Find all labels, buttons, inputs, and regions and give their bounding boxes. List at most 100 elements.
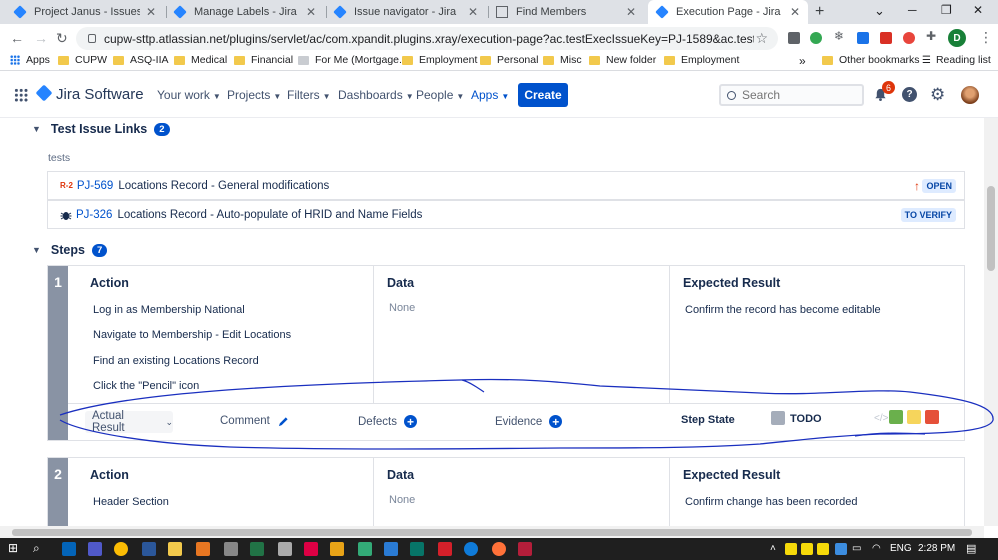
bookmark-star-icon[interactable]: ☆ [755, 30, 768, 47]
close-tab-icon[interactable]: ✕ [146, 5, 156, 19]
app-red-icon[interactable] [304, 542, 318, 556]
settings-gear-icon[interactable]: ⚙ [930, 85, 945, 105]
tray-app-icon[interactable] [817, 543, 829, 555]
collapse-chevron-icon[interactable]: ▼ [32, 124, 41, 134]
notification-center-icon[interactable]: ▤ [966, 542, 980, 556]
horizontal-scrollbar[interactable] [0, 526, 984, 538]
outlook-icon[interactable] [62, 542, 76, 556]
nav-apps[interactable]: Apps ▼ [471, 88, 509, 102]
steps-header[interactable]: ▼ Steps 7 [32, 243, 108, 257]
browser-tab-project-janus[interactable]: Project Janus - Issues - Jira ✕ [6, 0, 164, 24]
search-input[interactable] [742, 88, 852, 102]
extension-icon[interactable] [788, 32, 800, 44]
nav-projects[interactable]: Projects ▼ [227, 88, 281, 102]
minimize-window-icon[interactable]: ─ [908, 3, 917, 17]
bookmark-folder[interactable]: CUPW [58, 54, 107, 66]
app-window-icon[interactable] [278, 542, 292, 556]
extension-red-icon[interactable] [880, 32, 892, 44]
excel-icon[interactable] [250, 542, 264, 556]
help-icon[interactable]: ? [902, 87, 917, 102]
tab-search-icon[interactable]: ⌄ [874, 3, 885, 19]
defects-button[interactable]: Defects + [358, 415, 417, 428]
language-indicator[interactable]: ENG [890, 543, 912, 554]
search-field[interactable] [719, 84, 864, 106]
bookmark-folder[interactable]: New folder [589, 54, 656, 66]
back-arrow-icon[interactable]: ← [10, 30, 24, 46]
bookmark-folder[interactable]: Financial [234, 54, 293, 66]
windows-start-icon[interactable]: ⊞ [8, 541, 22, 555]
new-tab-button[interactable]: + [815, 3, 824, 21]
firefox-icon[interactable] [492, 542, 506, 556]
scrollbar-thumb[interactable] [12, 529, 972, 536]
executing-status-button[interactable] [907, 410, 921, 424]
address-bar[interactable]: cupw-sttp.atlassian.net/plugins/servlet/… [76, 27, 778, 50]
bookmark-folder[interactable]: Misc [543, 54, 582, 66]
tray-app-icon[interactable] [801, 543, 813, 555]
restore-window-icon[interactable]: ❐ [941, 3, 952, 17]
jira-brand[interactable]: Jira Software [56, 86, 144, 103]
file-explorer-icon[interactable] [168, 542, 182, 556]
onedrive-icon[interactable] [835, 543, 847, 555]
tray-chevron-icon[interactable]: ˄ [770, 543, 776, 554]
other-bookmarks[interactable]: Other bookmarks [822, 54, 920, 66]
code-icon[interactable]: </> [874, 413, 888, 424]
bookmark-link[interactable]: For Me (Mortgage... [298, 54, 408, 66]
search-icon[interactable]: ⌕ [33, 541, 47, 555]
reload-icon[interactable]: ↻ [56, 30, 68, 47]
browser-tab-issue-navigator[interactable]: Issue navigator - Jira ✕ [326, 0, 486, 24]
word-icon[interactable] [142, 542, 156, 556]
add-evidence-icon[interactable]: + [549, 415, 563, 428]
browser-tab-execution-page[interactable]: Execution Page - Jira ✕ [648, 0, 808, 24]
collapse-chevron-icon[interactable]: ▼ [32, 245, 41, 255]
browser-tab-find-members[interactable]: Find Members ✕ [488, 0, 644, 24]
close-tab-icon[interactable]: ✕ [306, 5, 316, 19]
test-issue-links-header[interactable]: ▼ Test Issue Links 2 [32, 122, 170, 136]
reading-list[interactable]: ☰ Reading list [922, 54, 991, 66]
bookmark-folder[interactable]: ASQ-IIA [113, 54, 169, 66]
jira-logo-icon[interactable] [35, 84, 53, 102]
nav-filters[interactable]: Filters ▼ [287, 88, 331, 102]
project-icon[interactable] [410, 542, 424, 556]
issue-key-link[interactable]: PJ-569 [77, 180, 113, 192]
bookmark-folder[interactable]: Employment [664, 54, 739, 66]
close-window-icon[interactable]: ✕ [973, 3, 983, 17]
app-yellow-icon[interactable] [330, 542, 344, 556]
issue-link-row[interactable]: R-2 PJ-569 Locations Record - General mo… [47, 171, 965, 200]
evidence-button[interactable]: Evidence + [495, 415, 563, 428]
fail-status-button[interactable] [925, 410, 939, 424]
extension-blue-icon[interactable] [857, 32, 869, 44]
issue-key-link[interactable]: PJ-326 [76, 209, 112, 221]
bookmark-folder[interactable]: Medical [174, 54, 227, 66]
create-button[interactable]: Create [518, 83, 568, 107]
close-tab-icon[interactable]: ✕ [790, 5, 800, 19]
wifi-icon[interactable]: ◠ [872, 543, 881, 554]
nav-dashboards[interactable]: Dashboards ▼ [338, 88, 414, 102]
pass-status-button[interactable] [889, 410, 903, 424]
forward-arrow-icon[interactable]: → [34, 30, 48, 46]
user-avatar[interactable] [961, 86, 979, 104]
extensions-puzzle-icon[interactable]: ✚ [926, 29, 938, 43]
teams-icon[interactable] [88, 542, 102, 556]
nav-your-work[interactable]: Your work ▼ [157, 88, 221, 102]
bookmark-apps[interactable]: Apps [10, 54, 50, 66]
issue-link-row[interactable]: PJ-326 Locations Record - Auto-populate … [47, 200, 965, 229]
app-orange-icon[interactable] [196, 542, 210, 556]
browser-menu-icon[interactable]: ⋮ [979, 29, 993, 46]
bookmark-folder[interactable]: Employment [402, 54, 477, 66]
acrobat-icon[interactable] [438, 542, 452, 556]
nav-people[interactable]: People ▼ [416, 88, 464, 102]
app-shield-icon[interactable] [518, 542, 532, 556]
close-tab-icon[interactable]: ✕ [626, 5, 636, 19]
browser-tab-manage-labels[interactable]: Manage Labels - Jira ✕ [166, 0, 324, 24]
bookmark-folder[interactable]: Personal [480, 54, 538, 66]
extension-snowflake-icon[interactable]: ❄ [834, 29, 846, 43]
extension-circle-icon[interactable] [903, 32, 915, 44]
comment-button[interactable]: Comment [220, 415, 289, 427]
bookmarks-overflow-button[interactable]: » [799, 54, 806, 68]
tray-app-icon[interactable] [785, 543, 797, 555]
taskbar-clock[interactable]: 2:28 PM [918, 543, 955, 554]
app-gray-icon[interactable] [224, 542, 238, 556]
ie-icon[interactable] [384, 542, 398, 556]
app-switcher-icon[interactable] [14, 88, 28, 102]
pencil-icon[interactable] [278, 416, 289, 427]
